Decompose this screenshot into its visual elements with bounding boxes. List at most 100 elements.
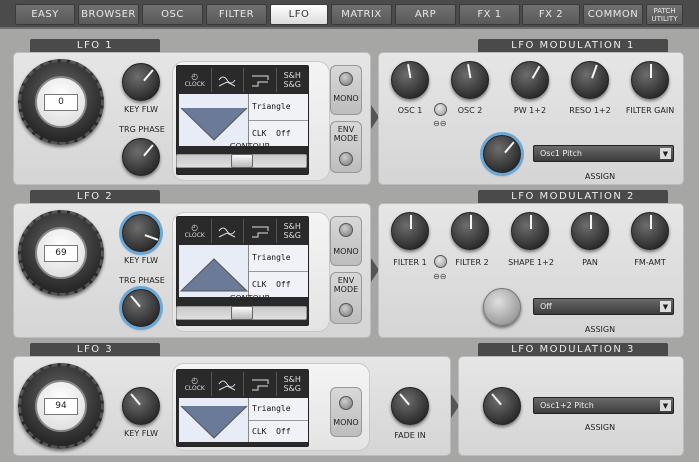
lfo3-title: LFO 3 [30,343,160,356]
lfo1-mono-button[interactable]: MONO [330,65,362,115]
mod2-shape-label: SHAPE 1+2 [508,258,554,267]
lfo1-trgphase-knob[interactable] [122,138,160,176]
lfo3-rate-knob[interactable]: 94 [18,363,104,449]
mod1-reso-knob[interactable] [571,61,609,99]
mod2-filter2-knob[interactable] [451,212,489,250]
mod3-assign-value: Osc1+2 Pitch [540,401,594,410]
tab-browser[interactable]: BROWSER [78,4,139,25]
mod3-title: LFO MODULATION 3 [478,343,668,356]
lfo2-shape-value: Triangle [249,245,308,272]
lfo1-contour-slider[interactable] [176,154,307,168]
mod2-filter1-label: FILTER 1 [393,258,427,267]
mod2-shape-knob[interactable] [511,212,549,250]
lfo3-wave-sine[interactable] [212,372,244,396]
tab-fx2[interactable]: FX 2 [522,4,580,25]
mod1-pw-label: PW 1+2 [513,106,547,115]
mod1-assign-label: ASSIGN [584,172,616,181]
chevron-down-icon: ▼ [660,148,671,159]
lfo3-rate-value: 94 [44,397,78,415]
mod1-osc2-knob[interactable] [451,61,489,99]
tab-patch-utility[interactable]: PATCH UTILITY [646,4,683,25]
mod1-assign-dropdown[interactable]: Osc1 Pitch ▼ [533,145,674,162]
lfo2-title: LFO 2 [30,190,160,203]
lfo1-wave-sine[interactable] [212,68,244,92]
lfo2-contour-slider[interactable] [176,306,307,320]
slider-thumb[interactable] [231,154,253,168]
lfo3-fadein-knob[interactable] [391,387,429,425]
mod1-pw-knob[interactable] [511,61,549,99]
mod1-assign-value: Osc1 Pitch [540,149,582,158]
lfo2-rate-value: 69 [44,244,78,262]
mod1-assign-knob[interactable] [483,135,521,173]
lfo3-wave-square[interactable] [244,372,277,396]
lfo3-clock-button[interactable]: ◴ CLOCK [179,372,212,396]
tab-easy[interactable]: EASY [15,4,75,25]
lfo2-envmode-button[interactable]: ENV MODE [330,272,362,324]
lfo3-mono-button[interactable]: MONO [330,387,362,437]
patch-utility-line2: UTILITY [651,14,678,23]
lfo2-wave-sh[interactable]: S&H S&G [277,219,309,243]
lfo2-trgphase-knob[interactable] [122,289,160,327]
lfo1-title: LFO 1 [30,39,160,52]
slider-thumb[interactable] [231,306,253,320]
lfo1-envmode-button[interactable]: ENV MODE [330,121,362,173]
clock-icon: ◴ [191,376,199,385]
mod3-assign-knob[interactable] [483,387,521,425]
mod1-title: LFO MODULATION 1 [478,39,668,52]
mod2-assign-knob[interactable] [483,288,521,326]
lfo2-sh: S&H [283,222,301,231]
patch-utility-line1: PATCH [653,6,676,15]
mod1-osc1-knob[interactable] [391,61,429,99]
lfo1-trgphase-label: TRG PHASE [119,125,165,134]
lfo1-rate-value: 0 [44,93,78,111]
lfo2-clock-button[interactable]: ◴ CLOCK [179,219,212,243]
mod3-assign-dropdown[interactable]: Osc1+2 Pitch ▼ [533,397,674,414]
tab-arp[interactable]: ARP [395,4,456,25]
tab-filter[interactable]: FILTER [206,4,267,25]
lfo2-sg: S&G [283,231,301,240]
lfo2-display: Triangle CLK Off [179,245,308,297]
mod1-filtergain-knob[interactable] [631,61,669,99]
mod1-filtergain-label: FILTER GAIN [625,106,675,115]
tab-lfo[interactable]: LFO [270,4,328,25]
lfo3-wave-sh[interactable]: S&H S&G [277,372,309,396]
lfo1-wave-sh[interactable]: S&H S&G [277,68,309,92]
lfo3-clk-row: CLK Off [252,426,291,436]
lfo2-wave-square[interactable] [244,219,277,243]
mod3-assign-label: ASSIGN [584,423,616,432]
lfo2-contour-label: CONTOUR [229,294,271,303]
mod2-pan-knob[interactable] [571,212,609,250]
tab-common[interactable]: COMMON [583,4,643,25]
lfo1-mode-label: MODE [333,134,359,143]
lfo1-mono-label: MONO [333,94,359,103]
lfo1-shape-value: Triangle [249,94,308,121]
lfo2-rate-knob[interactable]: 69 [18,210,104,296]
lfo2-wave-sine[interactable] [212,219,244,243]
lfo1-env-label: ENV [337,125,355,134]
lfo3-clock-label: CLOCK [184,385,205,392]
mod2-filter1-knob[interactable] [391,212,429,250]
lfo2-keyflw-label: KEY FLW [124,256,158,265]
tab-matrix[interactable]: MATRIX [331,4,392,25]
lfo2-mono-button[interactable]: MONO [330,216,362,266]
lfo2-panel: 69 KEY FLW TRG PHASE ◴ CLOCK S&H S&G Trian… [13,203,371,338]
lfo1-clock-label: CLOCK [184,81,205,88]
lfo2-keyflw-knob[interactable] [122,214,160,252]
lfo1-rate-knob[interactable]: 0 [18,59,104,145]
lfo1-clock-button[interactable]: ◴ CLOCK [179,68,212,92]
clock-icon: ◴ [191,72,199,81]
tab-bar: EASY BROWSER OSC FILTER LFO MATRIX ARP F… [0,0,699,29]
tab-fx1[interactable]: FX 1 [459,4,520,25]
tab-osc[interactable]: OSC [142,4,203,25]
mod2-assign-dropdown[interactable]: Off ▼ [533,298,674,315]
lfo3-keyflw-knob[interactable] [122,387,160,425]
lfo1-keyflw-knob[interactable] [122,63,160,101]
lfo3-sg: S&G [283,384,301,393]
mod2-fmamt-label: FM-AMT [634,258,666,267]
mod2-panel: FILTER 1 ⊖⊖ FILTER 2 SHAPE 1+2 PAN FM-AM… [378,203,684,338]
lfo1-wave-square[interactable] [244,68,277,92]
lfo3-display: Triangle CLK Off [179,398,308,442]
mod2-fmamt-knob[interactable] [631,212,669,250]
mod1-osc2-label: OSC 2 [457,106,483,115]
mod2-pan-label: PAN [582,258,598,267]
